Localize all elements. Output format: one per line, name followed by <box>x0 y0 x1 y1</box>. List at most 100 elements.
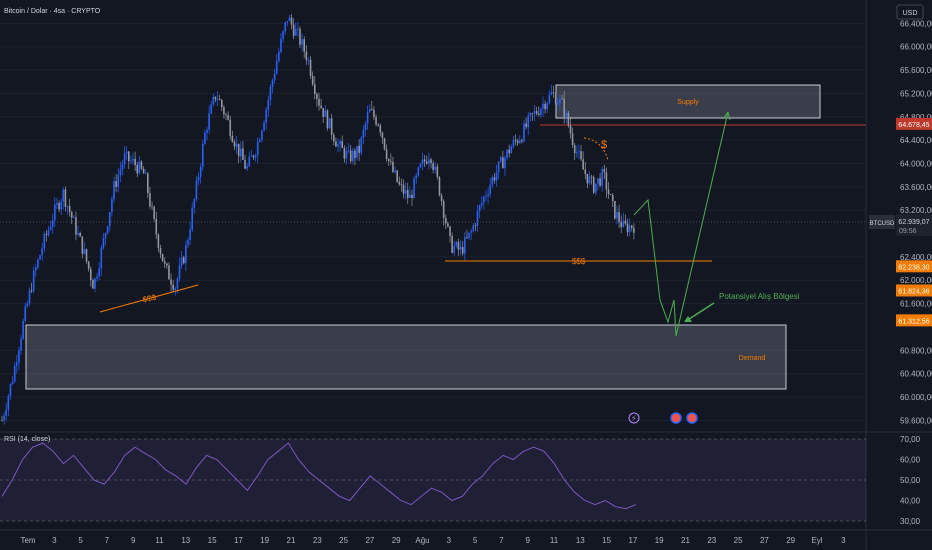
candle-body <box>597 178 599 184</box>
candle-body <box>368 109 371 113</box>
candle-body <box>125 151 128 154</box>
candle-body <box>546 103 549 110</box>
candle-body <box>275 61 278 74</box>
candle-body <box>521 140 523 142</box>
candle-body <box>573 145 576 154</box>
candle-body <box>11 381 14 385</box>
candle-body <box>98 268 101 277</box>
candle-body <box>77 232 79 235</box>
candle-body <box>322 108 325 117</box>
candle-body <box>628 225 631 233</box>
candle-body <box>294 28 297 36</box>
candle-body <box>633 227 635 233</box>
candle-body <box>592 177 595 193</box>
price-tick: 59.600,00 <box>900 416 932 425</box>
candle-body <box>409 194 411 198</box>
candle-body <box>147 173 149 193</box>
candle-body <box>282 31 284 39</box>
candle-body <box>47 229 50 235</box>
candle-body <box>307 59 310 61</box>
event-flag-icon-1[interactable] <box>670 412 682 424</box>
candle-body <box>155 218 158 235</box>
candle-body <box>495 172 498 181</box>
candle-body <box>417 167 420 176</box>
candle-body <box>92 279 94 289</box>
candle-body <box>216 99 219 101</box>
candle-body <box>404 190 407 194</box>
candle-body <box>335 141 337 147</box>
candle-body <box>305 51 308 61</box>
candle-body <box>514 139 517 141</box>
candle-body <box>430 159 432 164</box>
candle-body <box>343 147 346 159</box>
candle-body <box>225 114 227 116</box>
candle-body <box>421 159 424 164</box>
candle-body <box>182 257 185 264</box>
candle-body <box>54 204 56 221</box>
candle-body <box>582 159 584 170</box>
candle-body <box>461 247 464 254</box>
candle-body <box>108 212 111 227</box>
potential-buy-label: Potansiyel Alış Bölgesi <box>719 292 800 301</box>
candle-body <box>396 170 398 182</box>
candle-body <box>58 203 60 210</box>
candle-body <box>161 254 164 262</box>
event-flag-icon-2[interactable] <box>686 412 698 424</box>
candle-body <box>595 183 597 193</box>
candle-body <box>552 92 555 94</box>
time-tick: 3 <box>52 536 57 545</box>
time-tick: 9 <box>525 536 530 545</box>
candle-body <box>113 181 115 200</box>
candle-body <box>356 145 358 158</box>
candle-body <box>102 238 105 248</box>
candle-body <box>261 130 263 141</box>
candle-body <box>41 248 43 256</box>
candle-body <box>49 226 52 230</box>
candle-body <box>286 21 289 23</box>
candle-body <box>349 150 352 162</box>
candle-body <box>269 86 272 100</box>
candle-body <box>455 242 458 247</box>
demand-zone[interactable] <box>25 324 787 390</box>
candle-body <box>191 207 193 230</box>
price-tick: 60.400,00 <box>900 370 932 379</box>
candle-body <box>502 157 504 169</box>
candle-body <box>250 155 253 157</box>
rsi-tick: 50,00 <box>900 476 921 485</box>
price-tick: 66.400,00 <box>900 19 932 28</box>
candle-body <box>172 284 174 290</box>
candle-body <box>330 118 333 135</box>
candle-body <box>402 184 405 194</box>
time-tick: 3 <box>841 536 846 545</box>
candle-body <box>542 103 544 109</box>
time-tick: 3 <box>447 536 452 545</box>
candle-body <box>15 362 18 366</box>
candle-body <box>178 265 181 279</box>
candle-body <box>273 73 276 81</box>
symbol-title[interactable]: Bitcoin / Dolar · 4sa · CRYPTO <box>4 8 101 15</box>
candle-body <box>493 177 496 181</box>
candle-body <box>240 148 242 157</box>
candle-body <box>504 157 506 169</box>
candle-body <box>472 225 475 232</box>
candle-body <box>464 237 466 254</box>
candle-body <box>115 181 117 187</box>
candle-body <box>400 184 403 186</box>
rsi-tick: 40,00 <box>900 497 921 506</box>
candle-body <box>533 111 536 114</box>
candle-body <box>265 109 267 123</box>
candle-body <box>571 133 574 146</box>
rsi-title[interactable]: RSI (14, close) <box>4 436 50 443</box>
rsi-tick: 60,00 <box>900 456 921 465</box>
price-tick: 65.600,00 <box>900 66 932 75</box>
trading-chart[interactable]: $$$ $$$ $ Potansiyel Alış Bölgesi Supply… <box>0 0 932 550</box>
candle-body <box>377 124 379 126</box>
time-tick: 23 <box>707 536 716 545</box>
demand-label: Demand <box>739 355 766 362</box>
candle-body <box>614 200 616 219</box>
candle-body <box>510 146 513 154</box>
candle-body <box>569 125 572 134</box>
candle-body <box>231 135 234 142</box>
candle-body <box>104 233 107 239</box>
candle-body <box>425 161 428 164</box>
